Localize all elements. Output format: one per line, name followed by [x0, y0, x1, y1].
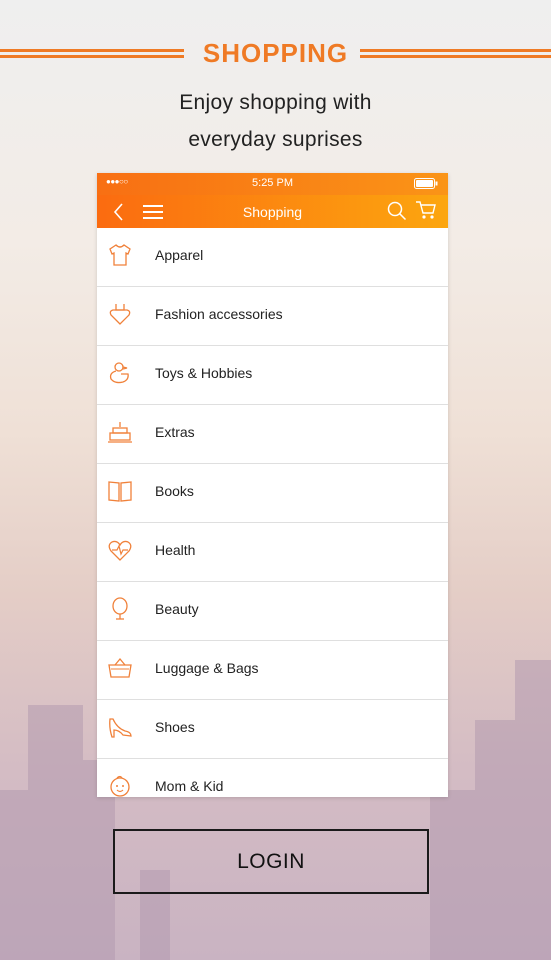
baby-face-icon	[110, 775, 130, 797]
category-row-beauty[interactable]: Beauty	[97, 582, 448, 641]
category-row-books[interactable]: Books	[97, 464, 448, 523]
battery-icon	[414, 178, 438, 189]
category-row-mom-kid[interactable]: Mom & Kid	[97, 759, 448, 797]
category-row-toys-hobbies[interactable]: Toys & Hobbies	[97, 346, 448, 405]
search-icon[interactable]	[387, 201, 407, 221]
cart-icon[interactable]	[415, 200, 437, 220]
category-label: Books	[155, 483, 194, 499]
subtitle-line-2: everyday suprises	[188, 128, 363, 151]
heel-shoe-icon	[109, 718, 132, 738]
category-label: Beauty	[155, 601, 199, 617]
heart-badge-icon	[109, 304, 131, 325]
category-row-health[interactable]: Health	[97, 523, 448, 582]
category-label: Fashion accessories	[155, 306, 283, 322]
category-row-apparel[interactable]: Apparel	[97, 228, 448, 287]
category-label: Shoes	[155, 719, 195, 735]
category-row-luggage-bags[interactable]: Luggage & Bags	[97, 641, 448, 700]
subtitle-line-1: Enjoy shopping with	[179, 91, 372, 114]
cake-icon	[108, 422, 132, 443]
status-time: 5:25 PM	[252, 177, 293, 189]
category-row-shoes[interactable]: Shoes	[97, 700, 448, 759]
category-label: Health	[155, 542, 196, 558]
mirror-icon	[112, 597, 128, 620]
page-title: SHOPPING	[202, 38, 349, 68]
category-label: Apparel	[155, 247, 204, 263]
category-label: Mom & Kid	[155, 778, 224, 794]
category-label: Extras	[155, 424, 195, 440]
tshirt-icon	[109, 244, 131, 266]
category-row-extras[interactable]: Extras	[97, 405, 448, 464]
category-label: Luggage & Bags	[155, 660, 259, 676]
login-button[interactable]: LOGIN	[113, 829, 429, 894]
book-icon	[108, 481, 132, 502]
category-list: Apparel Fashion accessories Toys & Hobbi…	[97, 228, 448, 797]
duck-icon	[109, 362, 129, 384]
phone-mockup: ●●●○○ 5:25 PM Shopping Apparel Fashion a…	[97, 173, 448, 797]
category-label: Toys & Hobbies	[155, 365, 253, 381]
bag-icon	[108, 657, 132, 678]
category-row-fashion-accessories[interactable]: Fashion accessories	[97, 287, 448, 346]
heart-pulse-icon	[108, 540, 132, 561]
page-subtitle: Enjoy shopping with everyday suprises	[0, 84, 551, 158]
status-bar: ●●●○○ 5:25 PM	[97, 173, 448, 195]
nav-bar: Shopping	[97, 195, 448, 228]
